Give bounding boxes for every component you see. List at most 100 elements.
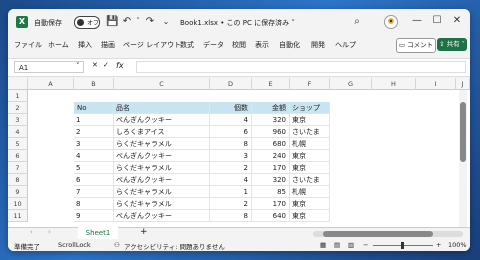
name-box-dropdown-icon[interactable]: ˅ — [76, 62, 80, 70]
cell-item[interactable]: らくだキャラメル — [114, 186, 210, 198]
avatar[interactable] — [383, 15, 399, 29]
cell-item[interactable]: ぺんぎんクッキー — [114, 114, 210, 126]
close-button[interactable]: ✕ — [448, 13, 466, 29]
cell-qty[interactable]: 8 — [210, 138, 252, 150]
menu-view[interactable]: 表示 — [255, 40, 269, 50]
cell-amount[interactable]: 320 — [252, 174, 290, 186]
undo-dropdown-icon[interactable]: ˅ — [132, 15, 144, 28]
menu-data[interactable]: データ — [203, 40, 224, 50]
minimize-button[interactable]: — — [408, 13, 426, 29]
cell-shop[interactable]: 札幌 — [290, 186, 330, 198]
table-header-cell[interactable]: ショップ — [290, 102, 330, 114]
cell-amount[interactable]: 170 — [252, 198, 290, 210]
cell-no[interactable]: 1 — [74, 114, 114, 126]
function-icon[interactable]: fx — [116, 61, 124, 70]
column-header[interactable]: E — [252, 78, 290, 90]
cancel-icon[interactable]: ✕ — [92, 61, 98, 69]
zoom-level[interactable]: 100% — [448, 241, 467, 249]
cell-item[interactable]: ぺんぎんクッキー — [114, 174, 210, 186]
zoom-in-button[interactable]: + — [436, 241, 441, 249]
cell-amount[interactable]: 170 — [252, 162, 290, 174]
cell-no[interactable]: 7 — [74, 186, 114, 198]
cell-shop[interactable]: 東京 — [290, 210, 330, 222]
cell-item[interactable]: しろくまアイス — [114, 126, 210, 138]
cell-item[interactable]: らくだキャラメル — [114, 162, 210, 174]
cell-no[interactable]: 3 — [74, 138, 114, 150]
cell-item[interactable]: ぺんぎんクッキー — [114, 150, 210, 162]
column-header[interactable]: A — [28, 78, 74, 90]
menu-page-layout[interactable]: ページ レイアウト — [123, 40, 181, 50]
cell-amount[interactable]: 240 — [252, 150, 290, 162]
cell-item[interactable]: らくだキャラメル — [114, 138, 210, 150]
page-layout-view-icon[interactable]: ▤ — [334, 241, 340, 249]
cell-item[interactable]: ぺんぎんクッキー — [114, 210, 210, 222]
cell-shop[interactable]: 東京 — [290, 162, 330, 174]
cell-shop[interactable]: 札幌 — [290, 138, 330, 150]
row-header[interactable]: 2 — [8, 102, 28, 114]
accessibility-icon[interactable]: ⚇ — [114, 241, 120, 249]
cell-qty[interactable]: 1 — [210, 186, 252, 198]
zoom-slider-thumb[interactable] — [401, 242, 404, 249]
prev-sheet-icon[interactable]: ‹ — [30, 228, 33, 236]
autosave-toggle[interactable]: オフ — [74, 16, 100, 29]
row-header[interactable]: 10 — [8, 198, 28, 210]
column-header[interactable]: F — [290, 78, 330, 90]
menu-review[interactable]: 校閲 — [232, 40, 246, 50]
customize-toolbar-icon[interactable]: ⌄ — [160, 15, 172, 28]
cell-shop[interactable]: 東京 — [290, 150, 330, 162]
row-header[interactable]: 11 — [8, 210, 28, 222]
horizontal-scrollbar[interactable] — [313, 231, 463, 237]
cell-no[interactable]: 2 — [74, 126, 114, 138]
menu-help[interactable]: ヘルプ — [335, 40, 356, 50]
maximize-button[interactable]: ☐ — [428, 13, 446, 29]
next-sheet-icon[interactable]: › — [48, 228, 51, 236]
column-header[interactable]: I — [416, 78, 456, 90]
cell-item[interactable]: らくだキャラメル — [114, 198, 210, 210]
cell-qty[interactable]: 8 — [210, 210, 252, 222]
comment-button[interactable]: ▭ コメント — [396, 38, 436, 53]
cell-shop[interactable]: さいたま — [290, 126, 330, 138]
menu-insert[interactable]: 挿入 — [78, 40, 92, 50]
cell-shop[interactable]: 東京 — [290, 114, 330, 126]
redo-icon[interactable]: ↷ — [144, 15, 156, 28]
row-header[interactable]: 6 — [8, 150, 28, 162]
cell-qty[interactable]: 4 — [210, 114, 252, 126]
menu-file[interactable]: ファイル — [14, 40, 42, 50]
cell-shop[interactable]: さいたま — [290, 174, 330, 186]
table-header-cell[interactable]: 品名 — [114, 102, 210, 114]
row-header[interactable]: 7 — [8, 162, 28, 174]
table-header-cell[interactable]: No — [74, 102, 114, 114]
cell-amount[interactable]: 680 — [252, 138, 290, 150]
status-accessibility[interactable]: アクセシビリティ: 問題ありません — [124, 241, 225, 251]
column-header[interactable]: J — [456, 78, 470, 90]
column-header[interactable]: G — [330, 78, 372, 90]
vertical-scroll-thumb[interactable] — [460, 102, 466, 162]
menu-formulas[interactable]: 数式 — [180, 40, 194, 50]
cell-amount[interactable]: 320 — [252, 114, 290, 126]
menu-draw[interactable]: 描画 — [101, 40, 115, 50]
cell-qty[interactable]: 3 — [210, 150, 252, 162]
row-header[interactable]: 8 — [8, 174, 28, 186]
spreadsheet-grid[interactable]: A B C D E F G H I J 1 2 3 4 5 6 7 8 9 10… — [8, 78, 470, 227]
menu-home[interactable]: ホーム — [48, 40, 69, 50]
cell-no[interactable]: 8 — [74, 198, 114, 210]
row-header[interactable]: 1 — [8, 90, 28, 102]
cell-no[interactable]: 6 — [74, 174, 114, 186]
cell-qty[interactable]: 2 — [210, 162, 252, 174]
column-header[interactable]: B — [74, 78, 114, 90]
search-icon[interactable]: ⌕ — [351, 15, 363, 28]
row-header[interactable]: 5 — [8, 138, 28, 150]
row-header[interactable]: 9 — [8, 186, 28, 198]
document-title[interactable]: Book1.xlsx • この PC に保存済み ˅ — [180, 18, 295, 28]
save-icon[interactable]: 💾 — [106, 15, 118, 28]
enter-icon[interactable]: ✓ — [103, 61, 109, 69]
menu-automate[interactable]: 自動化 — [279, 40, 300, 50]
cell-no[interactable]: 4 — [74, 150, 114, 162]
vertical-scrollbar[interactable] — [459, 90, 467, 227]
table-header-cell[interactable]: 個数 — [210, 102, 252, 114]
add-sheet-button[interactable]: + — [140, 227, 148, 237]
page-break-view-icon[interactable]: ▥ — [348, 241, 354, 249]
table-header-cell[interactable]: 金額 — [252, 102, 290, 114]
cell-amount[interactable]: 640 — [252, 210, 290, 222]
menu-developer[interactable]: 開発 — [311, 40, 325, 50]
